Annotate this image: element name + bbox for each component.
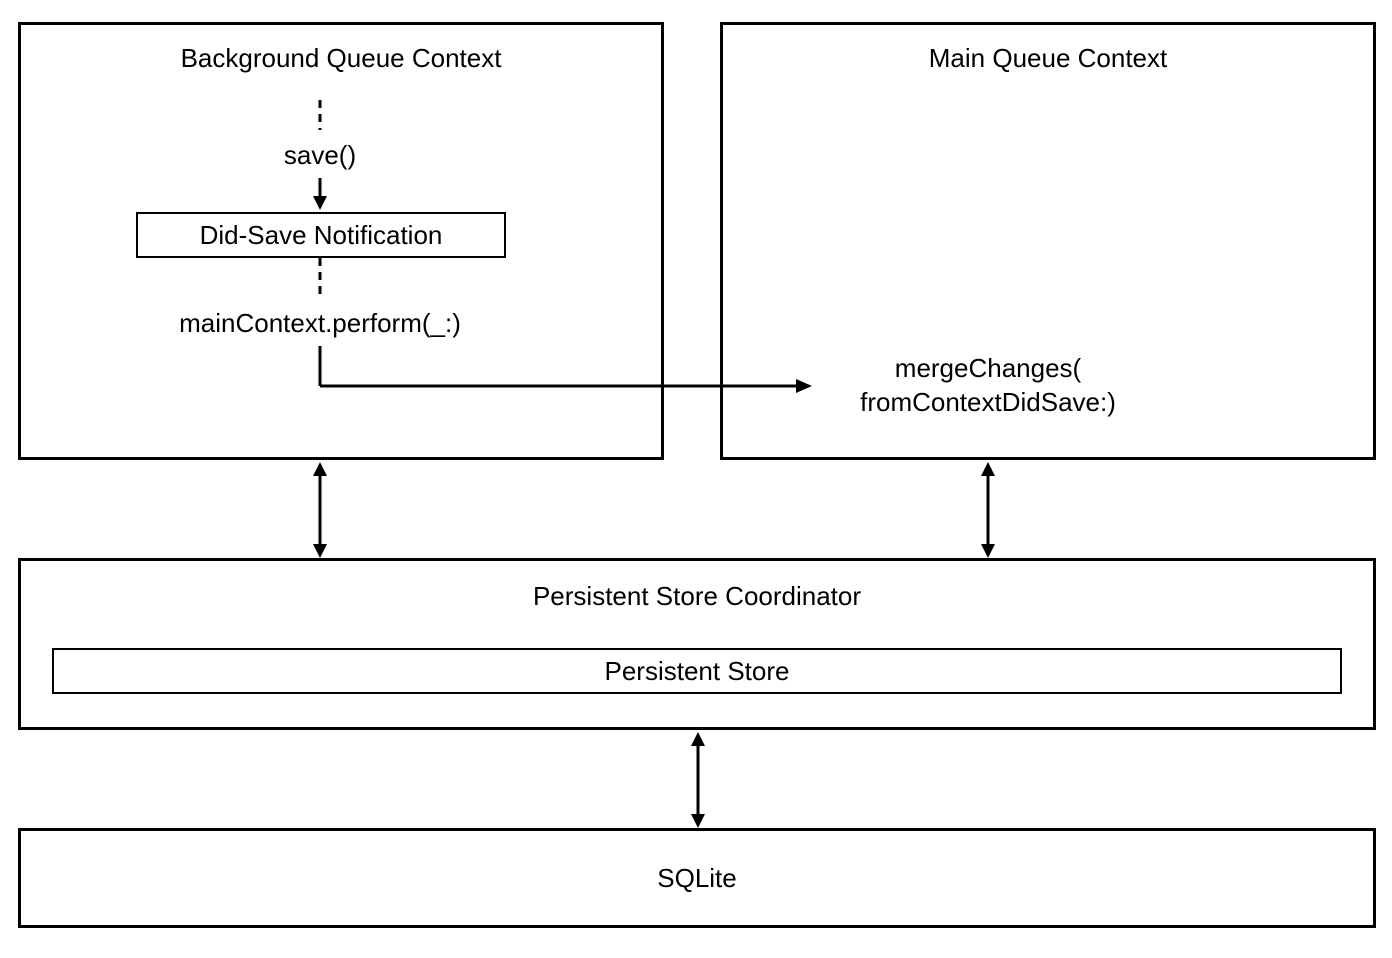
coordinator-box: Persistent Store Coordinator <box>18 558 1376 730</box>
save-arrow-icon <box>310 100 330 210</box>
coordinator-to-sqlite-arrow-icon <box>688 732 708 828</box>
merge-line1: mergeChanges( <box>838 352 1138 386</box>
main-to-coordinator-arrow-icon <box>978 462 998 558</box>
coordinator-title: Persistent Store Coordinator <box>21 581 1373 612</box>
merge-changes-label: mergeChanges( fromContextDidSave:) <box>838 352 1138 420</box>
sqlite-box: SQLite <box>18 828 1376 928</box>
background-queue-title: Background Queue Context <box>21 43 661 74</box>
persistent-store-label: Persistent Store <box>605 656 790 687</box>
sqlite-title: SQLite <box>21 863 1373 894</box>
bg-to-coordinator-arrow-icon <box>310 462 330 558</box>
did-save-notification-box: Did-Save Notification <box>136 212 506 258</box>
perform-arrow-icon <box>310 258 820 418</box>
main-queue-title: Main Queue Context <box>723 43 1373 74</box>
did-save-notification-label: Did-Save Notification <box>200 220 443 251</box>
persistent-store-box: Persistent Store <box>52 648 1342 694</box>
merge-line2: fromContextDidSave:) <box>838 386 1138 420</box>
